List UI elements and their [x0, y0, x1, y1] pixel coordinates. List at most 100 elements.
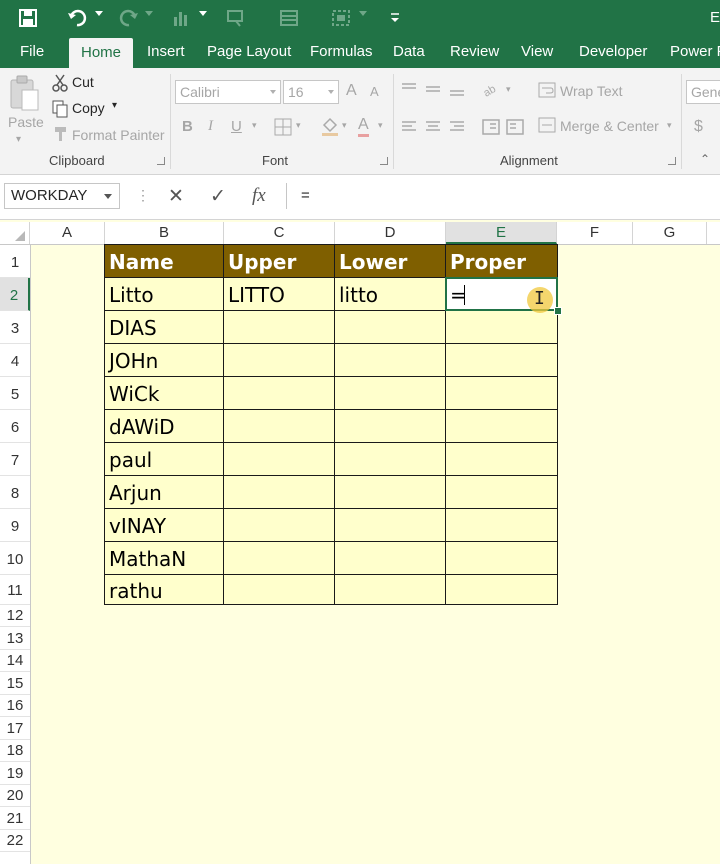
cell-upper-9[interactable]: [223, 508, 335, 542]
cell-upper-10[interactable]: [223, 541, 335, 575]
row-header-19[interactable]: 19: [0, 762, 30, 785]
tab-insert[interactable]: Insert: [147, 36, 185, 68]
tab-page-layout[interactable]: Page Layout: [207, 36, 291, 68]
row-header-2[interactable]: 2: [0, 278, 30, 311]
wrap-text-button[interactable]: Wrap Text: [560, 83, 623, 99]
row-header-22[interactable]: 22: [0, 830, 30, 852]
alignment-launcher-icon[interactable]: [668, 157, 676, 165]
cell-name-7[interactable]: paul: [104, 442, 224, 476]
borders-icon[interactable]: [274, 118, 292, 136]
font-color-dropdown-icon[interactable]: ▾: [378, 120, 383, 131]
cell-upper-11[interactable]: [223, 574, 335, 605]
formula-input[interactable]: =: [286, 183, 720, 209]
row-header-15[interactable]: 15: [0, 672, 30, 695]
cell-lower-4[interactable]: [334, 343, 446, 377]
cell-lower-6[interactable]: [334, 409, 446, 443]
cell-proper-7[interactable]: [445, 442, 558, 476]
redo-dropdown-icon[interactable]: [145, 11, 153, 16]
format-painter-button[interactable]: Format Painter: [72, 127, 165, 143]
cell-proper-9[interactable]: [445, 508, 558, 542]
tab-view[interactable]: View: [521, 36, 553, 68]
copy-dropdown-icon[interactable]: ▾: [112, 100, 117, 111]
paste-icon[interactable]: [8, 74, 40, 114]
camera-icon[interactable]: [330, 8, 352, 28]
cell-upper-8[interactable]: [223, 475, 335, 509]
row-header-21[interactable]: 21: [0, 807, 30, 830]
row-header-7[interactable]: 7: [0, 443, 30, 476]
cell-proper-11[interactable]: [445, 574, 558, 605]
row-header-14[interactable]: 14: [0, 650, 30, 672]
enter-icon[interactable]: ✓: [210, 185, 226, 208]
row-header-8[interactable]: 8: [0, 476, 30, 509]
cell-name-2[interactable]: Litto: [104, 277, 224, 311]
cell-proper-6[interactable]: [445, 409, 558, 443]
row-header-1[interactable]: 1: [0, 245, 30, 278]
row-header-6[interactable]: 6: [0, 410, 30, 443]
column-header-f[interactable]: F: [557, 222, 633, 244]
number-format-select[interactable]: Gene: [686, 80, 720, 104]
tab-data[interactable]: Data: [393, 36, 425, 68]
font-name-select[interactable]: Calibri: [175, 80, 281, 104]
cell-upper-2[interactable]: LITTO: [223, 277, 335, 311]
cell-name-8[interactable]: Arjun: [104, 475, 224, 509]
paste-dropdown-icon[interactable]: ▾: [16, 134, 21, 145]
cell-name-4[interactable]: JOHn: [104, 343, 224, 377]
cell-upper-4[interactable]: [223, 343, 335, 377]
save-icon[interactable]: [18, 8, 38, 28]
row-header-11[interactable]: 11: [0, 575, 30, 605]
column-header-c[interactable]: C: [224, 222, 335, 244]
cell-lower-10[interactable]: [334, 541, 446, 575]
tab-review[interactable]: Review: [450, 36, 499, 68]
horizontal-align-icons[interactable]: [400, 120, 480, 136]
column-header-b[interactable]: B: [105, 222, 224, 244]
collapse-ribbon-icon[interactable]: ⌃: [700, 152, 710, 166]
cell-upper-6[interactable]: [223, 409, 335, 443]
cell-proper-3[interactable]: [445, 310, 558, 344]
cell-name-9[interactable]: vINAY: [104, 508, 224, 542]
cancel-icon[interactable]: ✕: [168, 185, 184, 208]
row-header-4[interactable]: 4: [0, 344, 30, 377]
font-color-button[interactable]: A: [358, 116, 369, 137]
undo-icon[interactable]: [66, 8, 90, 28]
italic-button[interactable]: I: [208, 118, 213, 135]
currency-button[interactable]: $: [694, 118, 703, 136]
cell-lower-11[interactable]: [334, 574, 446, 605]
grow-font-button[interactable]: A: [346, 82, 357, 100]
underline-button[interactable]: U: [231, 118, 242, 135]
row-header-18[interactable]: 18: [0, 740, 30, 762]
cell-name-11[interactable]: rathu: [104, 574, 224, 605]
insert-function-icon[interactable]: fx: [252, 185, 266, 207]
row-header-5[interactable]: 5: [0, 377, 30, 410]
tab-home[interactable]: Home: [69, 38, 134, 68]
bold-button[interactable]: B: [182, 118, 193, 135]
redo-icon[interactable]: [116, 8, 140, 28]
cell-name-6[interactable]: dAWiD: [104, 409, 224, 443]
customize-icon[interactable]: [388, 8, 402, 28]
tab-developer[interactable]: Developer: [579, 36, 647, 68]
cell-lower-3[interactable]: [334, 310, 446, 344]
row-header-20[interactable]: 20: [0, 785, 30, 807]
row-header-13[interactable]: 13: [0, 627, 30, 650]
tab-power-pivot[interactable]: Power Pi: [670, 36, 720, 68]
column-header-e[interactable]: E: [446, 222, 557, 244]
cell-proper-8[interactable]: [445, 475, 558, 509]
fill-handle[interactable]: [554, 307, 562, 315]
cell-proper-4[interactable]: [445, 343, 558, 377]
row-header-9[interactable]: 9: [0, 509, 30, 542]
orientation-dropdown-icon[interactable]: ▾: [506, 84, 511, 95]
row-header-3[interactable]: 3: [0, 311, 30, 344]
cell-upper-3[interactable]: [223, 310, 335, 344]
fill-color-dropdown-icon[interactable]: ▾: [342, 120, 347, 131]
cell-lower-2[interactable]: litto: [334, 277, 446, 311]
cell-proper-10[interactable]: [445, 541, 558, 575]
tab-formulas[interactable]: Formulas: [310, 36, 373, 68]
cell-upper-5[interactable]: [223, 376, 335, 410]
cell-name-10[interactable]: MathaN: [104, 541, 224, 575]
camera-dropdown-icon[interactable]: [359, 11, 367, 16]
shape-icon[interactable]: [225, 8, 247, 28]
name-box[interactable]: WORKDAY: [4, 183, 120, 209]
row-header-17[interactable]: 17: [0, 717, 30, 740]
row-header-10[interactable]: 10: [0, 542, 30, 575]
merge-center-button[interactable]: Merge & Center: [560, 118, 659, 134]
font-size-select[interactable]: 16: [283, 80, 339, 104]
